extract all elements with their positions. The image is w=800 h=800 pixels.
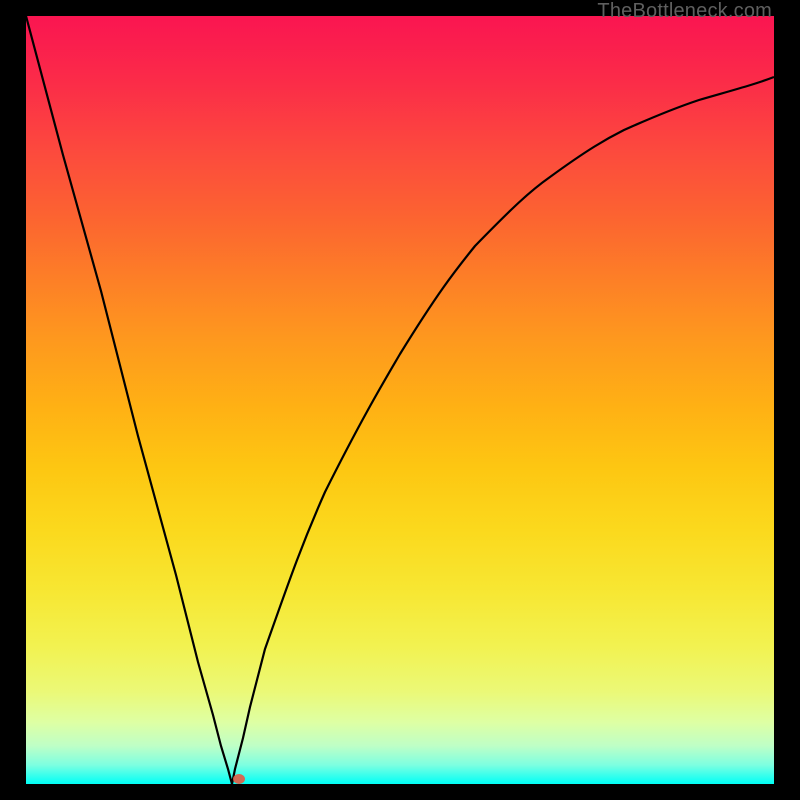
chart-frame: TheBottleneck.com xyxy=(0,0,800,800)
plot-area xyxy=(26,16,774,784)
watermark-text: TheBottleneck.com xyxy=(597,0,772,23)
bottleneck-curve xyxy=(26,16,774,784)
curve-svg xyxy=(26,16,774,784)
minimum-marker xyxy=(233,774,245,784)
